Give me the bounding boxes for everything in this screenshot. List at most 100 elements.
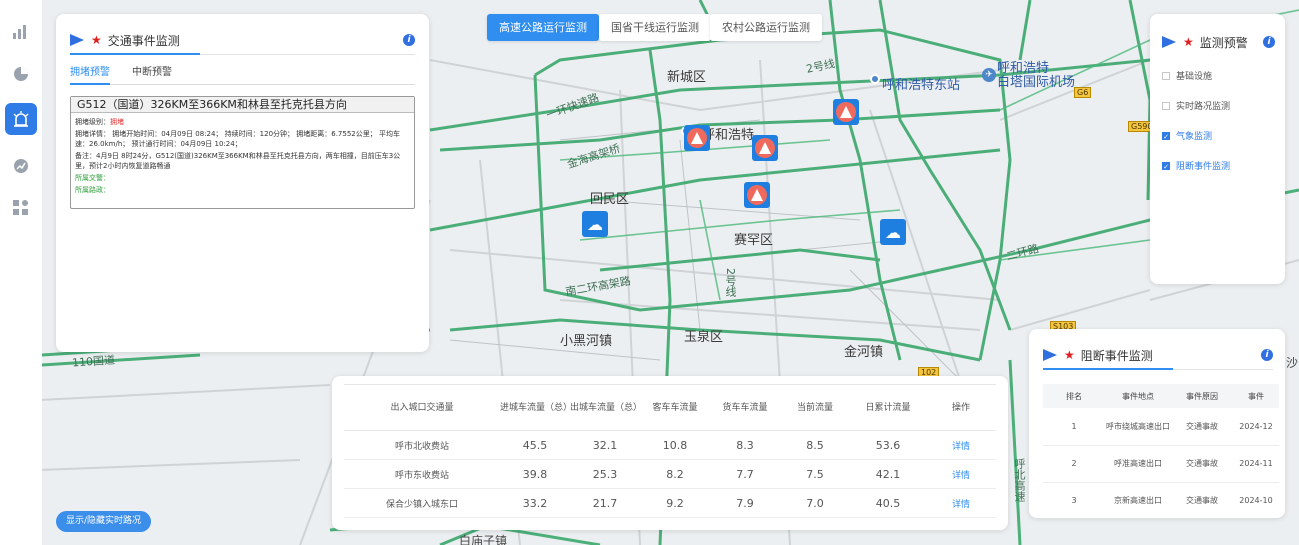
- event-detail: 拥堵详情： 拥堵开始时间：04月09日 08:24； 持续时间：120分钟； 拥…: [75, 130, 400, 148]
- cell-place: 呼市绕城高速出口: [1105, 408, 1171, 446]
- cell-out: 32.1: [570, 430, 640, 460]
- airport-plane-icon[interactable]: ✈: [982, 68, 996, 82]
- cell-in: 45.5: [500, 430, 570, 460]
- alarm-icon[interactable]: [5, 103, 37, 135]
- roadblock-marker-icon[interactable]: [744, 182, 770, 208]
- info-icon[interactable]: i: [403, 34, 415, 46]
- traffic-flow-table: 出入城口交通量 进城车流量（总） 出城车流量（总） 客车车流量 货车车流量 当前…: [344, 384, 996, 518]
- column-header: 货车车流量: [710, 384, 780, 431]
- panel-header: ★ 阻断事件监测 i: [1043, 345, 1273, 365]
- traffic-event-panel: ★ 交通事件监测 i 拥堵预警 中断预警 G512（国道）326KM至366KM…: [56, 14, 429, 352]
- panel-title: 阻断事件监测: [1080, 348, 1153, 363]
- checkbox-label: 气象监测: [1176, 132, 1213, 142]
- map-label-xinchengqu: 新城区: [667, 70, 707, 85]
- sidebar: [0, 0, 42, 545]
- star-icon: ★: [1183, 35, 1194, 49]
- column-header: 出入城口交通量: [344, 384, 500, 431]
- panel-title: 监测预警: [1199, 35, 1248, 50]
- checkbox-block-events[interactable]: ✓ 阻断事件监测: [1162, 159, 1275, 172]
- map-label-road-110: 110国道: [71, 353, 116, 370]
- tab-highway[interactable]: 高速公路运行监测: [487, 14, 599, 41]
- pie-chart-icon[interactable]: [5, 58, 37, 90]
- cell-rank: 1: [1043, 408, 1105, 446]
- cell-in: 33.2: [500, 488, 570, 518]
- column-header: 事件原因: [1171, 384, 1233, 408]
- cell-bus: 9.2: [640, 488, 710, 518]
- block-event-panel: ★ 阻断事件监测 i 排名 事件地点 事件原因 事件 1 呼市绕城高速出口 交通…: [1029, 329, 1285, 518]
- event-tabs: 拥堵预警 中断预警: [70, 63, 415, 85]
- cell-out: 21.7: [570, 488, 640, 518]
- trend-icon[interactable]: [5, 150, 37, 182]
- arrow-icon: [1162, 36, 1176, 48]
- panel-header: ★ 交通事件监测 i: [70, 30, 415, 50]
- roadblock-marker-icon[interactable]: [684, 125, 710, 151]
- tab-interruption[interactable]: 中断预警: [132, 63, 172, 84]
- header-divider: [70, 53, 415, 55]
- tab-national-road[interactable]: 国省干线运行监测: [599, 14, 711, 41]
- checkmark-icon[interactable]: ✓: [1162, 131, 1170, 141]
- checkbox-infrastructure[interactable]: 基础设施: [1162, 69, 1275, 82]
- cell-rank: 2: [1043, 445, 1105, 483]
- cell-out: 25.3: [570, 459, 640, 489]
- table-row: 呼市东收费站 39.8 25.3 8.2 7.7 7.5 42.1 详情: [344, 459, 996, 489]
- block-event-table: 排名 事件地点 事件原因 事件 1 呼市绕城高速出口 交通事故 2024-12 …: [1043, 384, 1279, 518]
- table-row[interactable]: 1 呼市绕城高速出口 交通事故 2024-12: [1043, 408, 1279, 446]
- column-header: 进城车流量（总）: [500, 384, 572, 431]
- map-label-airport: 呼和浩特 白塔国际机场: [997, 61, 1076, 90]
- cell-place: 呼准高速出口: [1105, 445, 1171, 483]
- details-link[interactable]: 详情: [926, 430, 996, 460]
- weather-cloud-icon[interactable]: ☁: [880, 219, 906, 245]
- cell-name: 保合少镇入城东口: [344, 488, 500, 518]
- cell-truck: 8.3: [710, 430, 780, 460]
- column-header: 事件地点: [1105, 384, 1171, 408]
- panel-header: ★ 监测预警 i: [1162, 32, 1275, 52]
- tab-congestion[interactable]: 拥堵预警: [70, 63, 110, 85]
- panel-title: 交通事件监测: [107, 33, 180, 48]
- star-icon: ★: [91, 33, 102, 47]
- checkbox-weather[interactable]: ✓ 气象监测: [1162, 129, 1275, 142]
- checkbox-realtime[interactable]: 实时路况监测: [1162, 99, 1275, 112]
- column-header: 客车车流量: [640, 384, 710, 431]
- table-row[interactable]: 2 呼准高速出口 交通事故 2024-11: [1043, 445, 1279, 483]
- table-row[interactable]: 3 京新高速出口 交通事故 2024-10: [1043, 482, 1279, 518]
- table-row: 保合少镇入城东口 33.2 21.7 9.2 7.9 7.0 40.5 详情: [344, 488, 996, 518]
- column-header: 事件: [1233, 384, 1279, 408]
- info-icon[interactable]: i: [1261, 349, 1273, 361]
- map-label-xiaoheihe: 小黑河镇: [560, 334, 613, 349]
- toggle-realtime-traffic-button[interactable]: 显示/隐藏实时路况: [56, 511, 152, 532]
- map-label-road-line2b: 2号线: [724, 268, 737, 297]
- cell-daily: 53.6: [850, 430, 926, 460]
- map-label-yuquanqu: 玉泉区: [684, 330, 724, 345]
- cell-name: 呼市北收费站: [344, 430, 500, 460]
- info-icon[interactable]: i: [1263, 36, 1275, 48]
- checkbox-icon[interactable]: [1162, 101, 1170, 110]
- event-title: G512（国道）326KM至366KM和林县至托克托县方向: [71, 97, 414, 113]
- details-link[interactable]: 详情: [926, 459, 996, 489]
- column-header: 出城车流量（总）: [570, 384, 642, 431]
- cell-bus: 10.8: [640, 430, 710, 460]
- station-marker-icon[interactable]: [870, 74, 880, 84]
- traffic-flow-panel: 出入城口交通量 进城车流量（总） 出城车流量（总） 客车车流量 货车车流量 当前…: [332, 376, 1008, 530]
- details-link[interactable]: 详情: [926, 488, 996, 518]
- checkbox-icon[interactable]: [1162, 71, 1170, 80]
- roadblock-marker-icon[interactable]: [833, 99, 859, 125]
- cell-current: 8.5: [780, 430, 850, 460]
- cell-rank: 3: [1043, 482, 1105, 518]
- cell-current: 7.0: [780, 488, 850, 518]
- map-label-east-station: 呼和浩特东站: [882, 78, 961, 93]
- cell-time: 2024-11: [1233, 445, 1279, 483]
- cell-reason: 交通事故: [1171, 445, 1233, 483]
- weather-cloud-icon[interactable]: ☁: [582, 211, 608, 237]
- map-label-road-vertical: 呼北高速: [1013, 458, 1026, 502]
- cell-reason: 交通事故: [1171, 482, 1233, 518]
- checkmark-icon[interactable]: ✓: [1162, 161, 1170, 171]
- apps-icon[interactable]: [5, 192, 37, 224]
- event-card[interactable]: G512（国道）326KM至366KM和林县至托克托县方向 拥堵级别：拥堵 拥堵…: [70, 96, 415, 209]
- cell-reason: 交通事故: [1171, 408, 1233, 446]
- map-label-jinhezhen: 金河镇: [844, 345, 884, 360]
- bar-chart-icon[interactable]: [5, 16, 37, 48]
- roadblock-marker-icon[interactable]: [752, 135, 778, 161]
- tab-rural-road[interactable]: 农村公路运行监测: [710, 14, 822, 41]
- table-row: 呼市北收费站 45.5 32.1 10.8 8.3 8.5 53.6 详情: [344, 430, 996, 460]
- event-note: 备注：4月9日 8时24分，G512(国道)326KM至366KM和林县至托克托…: [75, 152, 401, 170]
